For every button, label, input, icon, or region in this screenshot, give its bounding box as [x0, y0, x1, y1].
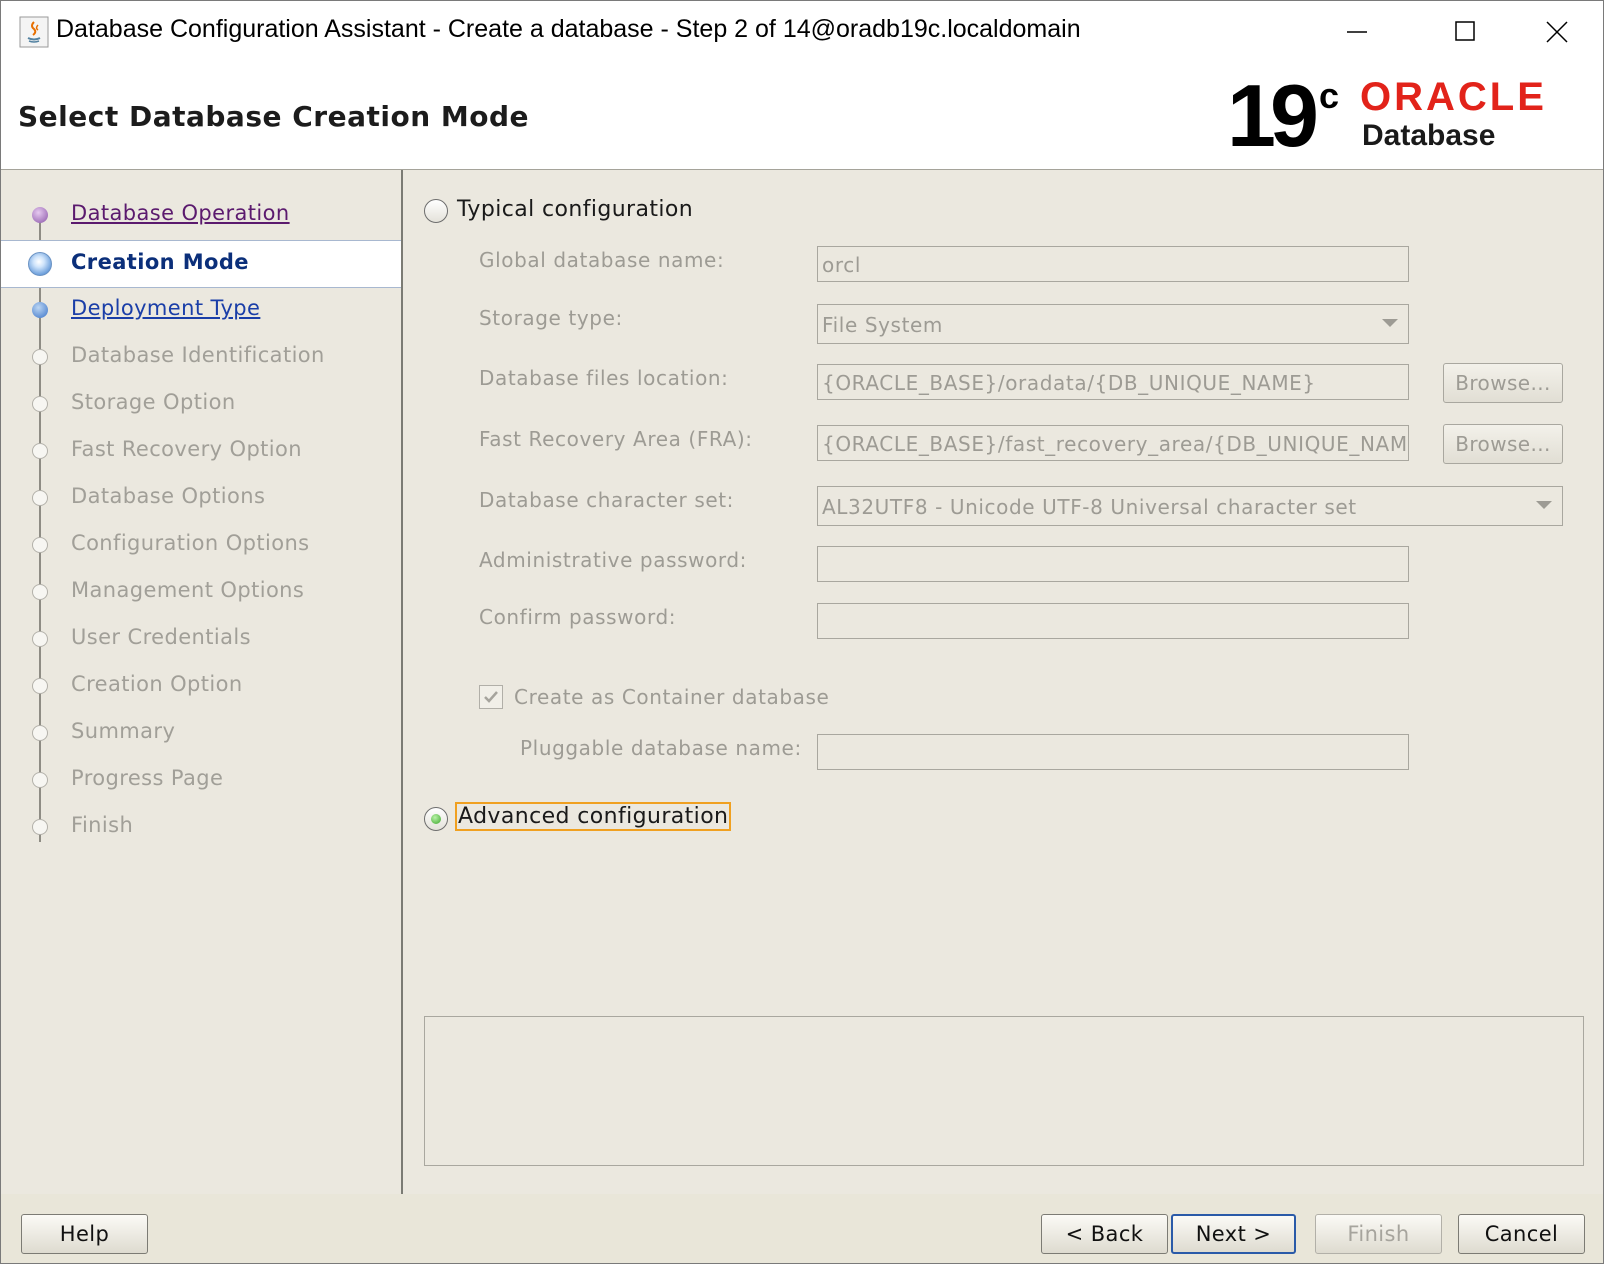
nav-step-storage-option: Storage Option: [1, 381, 401, 427]
nav-step-label: Configuration Options: [71, 531, 310, 555]
advanced-config-label[interactable]: Advanced configuration: [455, 802, 732, 831]
logo-brand: ORACLE: [1360, 75, 1547, 119]
nav-step-configuration-options: Configuration Options: [1, 522, 401, 568]
close-button[interactable]: [1535, 13, 1579, 51]
storage-type-label: Storage type:: [479, 306, 623, 330]
step-navigation: Database Operation Creation Mode Deploym…: [1, 170, 403, 1194]
nav-step-label: Management Options: [71, 578, 305, 602]
nav-step-label: Database Identification: [71, 343, 325, 367]
nav-step-database-identification: Database Identification: [1, 334, 401, 380]
nav-step-database-operation[interactable]: Database Operation: [1, 192, 401, 238]
step-pending-icon: [32, 772, 48, 788]
nav-step-management-options: Management Options: [1, 569, 401, 615]
db-files-location-label: Database files location:: [479, 366, 729, 390]
nav-step-deployment-type[interactable]: Deployment Type: [1, 287, 401, 333]
container-db-label: Create as Container database: [514, 685, 830, 709]
nav-step-label: Creation Mode: [71, 250, 249, 274]
step-pending-icon: [32, 537, 48, 553]
step-pending-icon: [32, 584, 48, 600]
title-bar: Database Configuration Assistant - Creat…: [1, 1, 1603, 63]
global-db-name-label: Global database name:: [479, 248, 725, 272]
button-bar: Help < Back Next > Finish Cancel: [1, 1194, 1603, 1263]
charset-value: AL32UTF8 - Unicode UTF-8 Universal chara…: [822, 495, 1357, 519]
content-panel: Typical configuration Global database na…: [403, 170, 1603, 1194]
nav-step-fast-recovery-option: Fast Recovery Option: [1, 428, 401, 474]
advanced-config-radio[interactable]: [424, 807, 448, 831]
step-pending-icon: [32, 490, 48, 506]
maximize-button[interactable]: [1443, 13, 1487, 51]
nav-step-label: Database Options: [71, 484, 266, 508]
nav-step-user-credentials: User Credentials: [1, 616, 401, 662]
admin-password-label: Administrative password:: [479, 548, 748, 572]
maximize-icon: [1455, 21, 1475, 41]
step-pending-icon: [32, 396, 48, 412]
oracle-19c-logo: 19 c ORACLE Database: [1227, 71, 1587, 167]
nav-step-label: Summary: [71, 719, 176, 743]
step-pending-icon: [32, 725, 48, 741]
logo-product: Database: [1362, 119, 1496, 152]
nav-step-label: Fast Recovery Option: [71, 437, 303, 461]
logo-version-sup: c: [1319, 75, 1340, 116]
window-title: Database Configuration Assistant - Creat…: [56, 15, 1081, 43]
global-db-name-input: orcl: [817, 246, 1409, 282]
logo-version: 19: [1227, 66, 1319, 165]
nav-step-creation-mode[interactable]: Creation Mode: [1, 240, 401, 288]
nav-step-label: Progress Page: [71, 766, 224, 790]
step-pending-icon: [32, 819, 48, 835]
browse-db-files-button: Browse...: [1443, 363, 1563, 403]
help-button[interactable]: Help: [21, 1214, 148, 1254]
browse-fra-button: Browse...: [1443, 424, 1563, 464]
page-header: Select Database Creation Mode 19 c ORACL…: [1, 63, 1603, 170]
step-pending-icon: [32, 631, 48, 647]
chevron-down-icon: [1382, 319, 1398, 327]
message-area: [424, 1016, 1584, 1166]
nav-step-creation-option: Creation Option: [1, 663, 401, 709]
typical-config-label[interactable]: Typical configuration: [457, 197, 693, 222]
nav-step-summary: Summary: [1, 710, 401, 756]
storage-type-select: File System: [817, 304, 1409, 344]
step-visited-icon: [32, 207, 48, 223]
checkmark-icon: [484, 691, 498, 703]
confirm-password-label: Confirm password:: [479, 605, 677, 629]
cancel-button[interactable]: Cancel: [1458, 1214, 1585, 1254]
minimize-button[interactable]: [1335, 13, 1379, 51]
finish-button: Finish: [1315, 1214, 1442, 1254]
step-pending-icon: [32, 443, 48, 459]
container-db-checkbox: [479, 685, 503, 709]
nav-step-database-options: Database Options: [1, 475, 401, 521]
nav-step-label: Creation Option: [71, 672, 243, 696]
java-icon: [19, 16, 49, 48]
storage-type-value: File System: [822, 313, 944, 337]
pdb-name-label: Pluggable database name:: [520, 736, 802, 760]
step-pending-icon: [32, 678, 48, 694]
nav-step-label: User Credentials: [71, 625, 251, 649]
pdb-name-input: [817, 734, 1409, 770]
confirm-password-input: [817, 603, 1409, 639]
back-button[interactable]: < Back: [1041, 1214, 1168, 1254]
nav-step-finish: Finish: [1, 804, 401, 850]
nav-step-label: Database Operation: [71, 201, 290, 225]
nav-step-label: Deployment Type: [71, 296, 261, 320]
step-current-icon: [28, 252, 52, 276]
minimize-icon: [1347, 31, 1367, 33]
step-available-icon: [32, 302, 48, 318]
fra-location-input: {ORACLE_BASE}/fast_recovery_area/{DB_UNI…: [817, 425, 1409, 461]
nav-step-label: Finish: [71, 813, 134, 837]
charset-label: Database character set:: [479, 488, 735, 512]
nav-step-label: Storage Option: [71, 390, 236, 414]
close-icon: [1546, 21, 1568, 43]
page-title: Select Database Creation Mode: [18, 100, 530, 133]
next-button[interactable]: Next >: [1171, 1214, 1296, 1254]
nav-step-progress-page: Progress Page: [1, 757, 401, 803]
fra-label: Fast Recovery Area (FRA):: [479, 427, 753, 451]
charset-select: AL32UTF8 - Unicode UTF-8 Universal chara…: [817, 486, 1563, 526]
admin-password-input: [817, 546, 1409, 582]
chevron-down-icon: [1536, 501, 1552, 509]
step-pending-icon: [32, 349, 48, 365]
db-files-location-input: {ORACLE_BASE}/oradata/{DB_UNIQUE_NAME}: [817, 364, 1409, 400]
dbca-window: Database Configuration Assistant - Creat…: [0, 0, 1604, 1264]
typical-config-radio[interactable]: [424, 199, 448, 223]
